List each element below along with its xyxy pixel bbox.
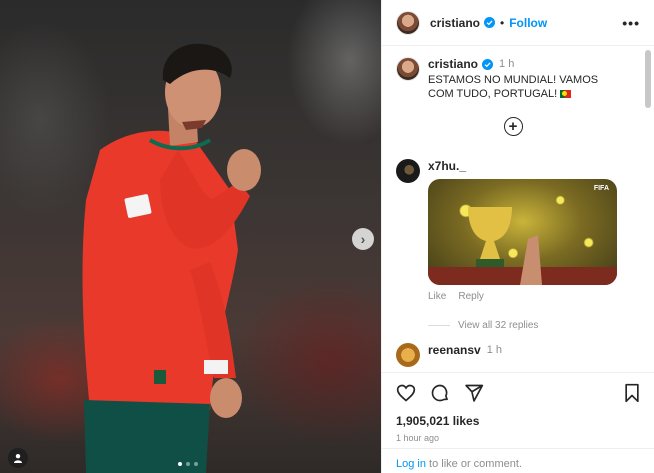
comment-item: x7hu._ FIFA Like Reply View all 32 repli… <box>396 159 630 331</box>
post-footer: 1,905,021 likes 1 hour ago <box>382 372 654 443</box>
more-options-icon[interactable]: ••• <box>622 15 640 31</box>
view-replies-label[interactable]: View all 32 replies <box>458 320 538 331</box>
follow-button[interactable]: Follow <box>509 16 547 30</box>
carousel-indicator <box>178 462 198 466</box>
user-tag-icon <box>14 454 22 463</box>
post-photo <box>82 43 261 473</box>
comments-list[interactable]: cristiano 1 h ESTAMOS NO MUNDIAL! VAMOS … <box>382 47 644 372</box>
verified-badge-icon <box>484 17 496 28</box>
user-tag-button[interactable] <box>8 448 28 468</box>
replies-divider <box>428 325 450 326</box>
login-prompt-text: to like or comment. <box>425 458 522 470</box>
author-username[interactable]: cristiano <box>430 16 480 30</box>
post-timestamp: 1 hour ago <box>396 433 440 443</box>
chevron-right-icon: › <box>360 231 366 247</box>
comment-gif: FIFA <box>428 179 617 285</box>
author-avatar[interactable] <box>396 10 420 35</box>
comment-item: reenansv 1 h <box>396 343 630 367</box>
trophy-graphic <box>428 207 617 285</box>
like-count[interactable]: 1,905,021 likes <box>396 414 641 428</box>
comments-scrollbar[interactable] <box>645 50 651 108</box>
caption-username[interactable]: cristiano <box>428 57 478 71</box>
bookmark-icon[interactable] <box>623 383 641 403</box>
login-link[interactable]: Log in <box>396 458 426 470</box>
commenter-avatar[interactable] <box>396 343 420 367</box>
action-bar <box>396 381 641 405</box>
post-caption: cristiano 1 h ESTAMOS NO MUNDIAL! VAMOS … <box>396 57 630 101</box>
carousel-dot <box>178 462 182 466</box>
share-icon[interactable] <box>464 383 484 403</box>
caption-text: ESTAMOS NO MUNDIAL! VAMOS COM TUDO, PORT… <box>428 74 599 100</box>
caption-time: 1 h <box>499 58 515 70</box>
login-prompt: Log in to like or comment. <box>382 448 654 473</box>
like-comment-link[interactable]: Like <box>428 291 446 302</box>
post-media[interactable]: › <box>0 0 381 473</box>
post-header: cristiano • Follow ••• <box>382 0 654 46</box>
separator-dot: • <box>500 15 505 30</box>
caption-text-block: ESTAMOS NO MUNDIAL! VAMOS COM TUDO, PORT… <box>428 73 608 101</box>
portugal-flag-icon <box>560 90 572 98</box>
load-more-comments[interactable]: + <box>396 117 630 139</box>
post-sidebar: cristiano • Follow ••• cristiano 1 h EST… <box>381 0 654 473</box>
gif-watermark: FIFA <box>593 185 609 192</box>
verified-badge-icon <box>482 58 494 70</box>
carousel-dot <box>186 462 190 466</box>
reply-link[interactable]: Reply <box>458 291 484 302</box>
comment-actions: Like Reply <box>428 291 617 302</box>
comment-icon[interactable] <box>430 383 450 403</box>
commenter-username[interactable]: x7hu._ <box>428 159 466 173</box>
heart-icon[interactable] <box>396 383 416 403</box>
view-replies[interactable]: View all 32 replies <box>428 320 617 331</box>
comment-time: 1 h <box>486 344 502 356</box>
carousel-dot <box>194 462 198 466</box>
add-circle-icon[interactable]: + <box>503 117 523 136</box>
commenter-username[interactable]: reenansv <box>428 343 481 357</box>
next-photo-button[interactable]: › <box>352 228 374 250</box>
commenter-avatar[interactable] <box>396 159 420 183</box>
caption-avatar[interactable] <box>396 57 420 81</box>
